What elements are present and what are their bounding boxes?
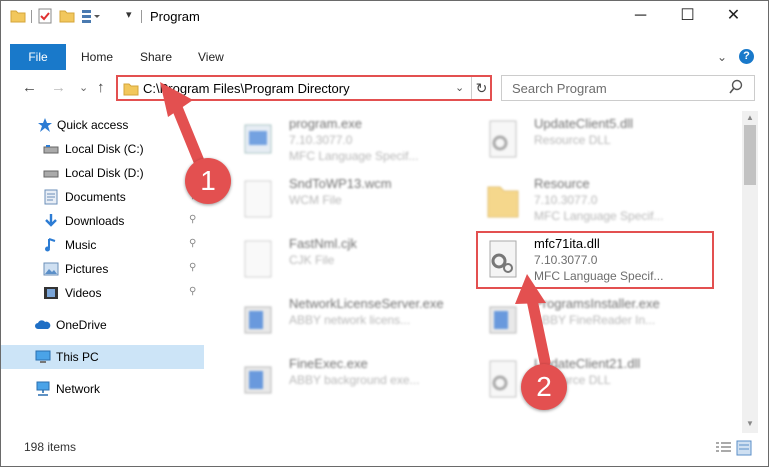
annotation-arrows xyxy=(160,82,551,368)
step-badge-2: 2 xyxy=(521,364,567,410)
step-badge-1: 1 xyxy=(185,158,231,204)
